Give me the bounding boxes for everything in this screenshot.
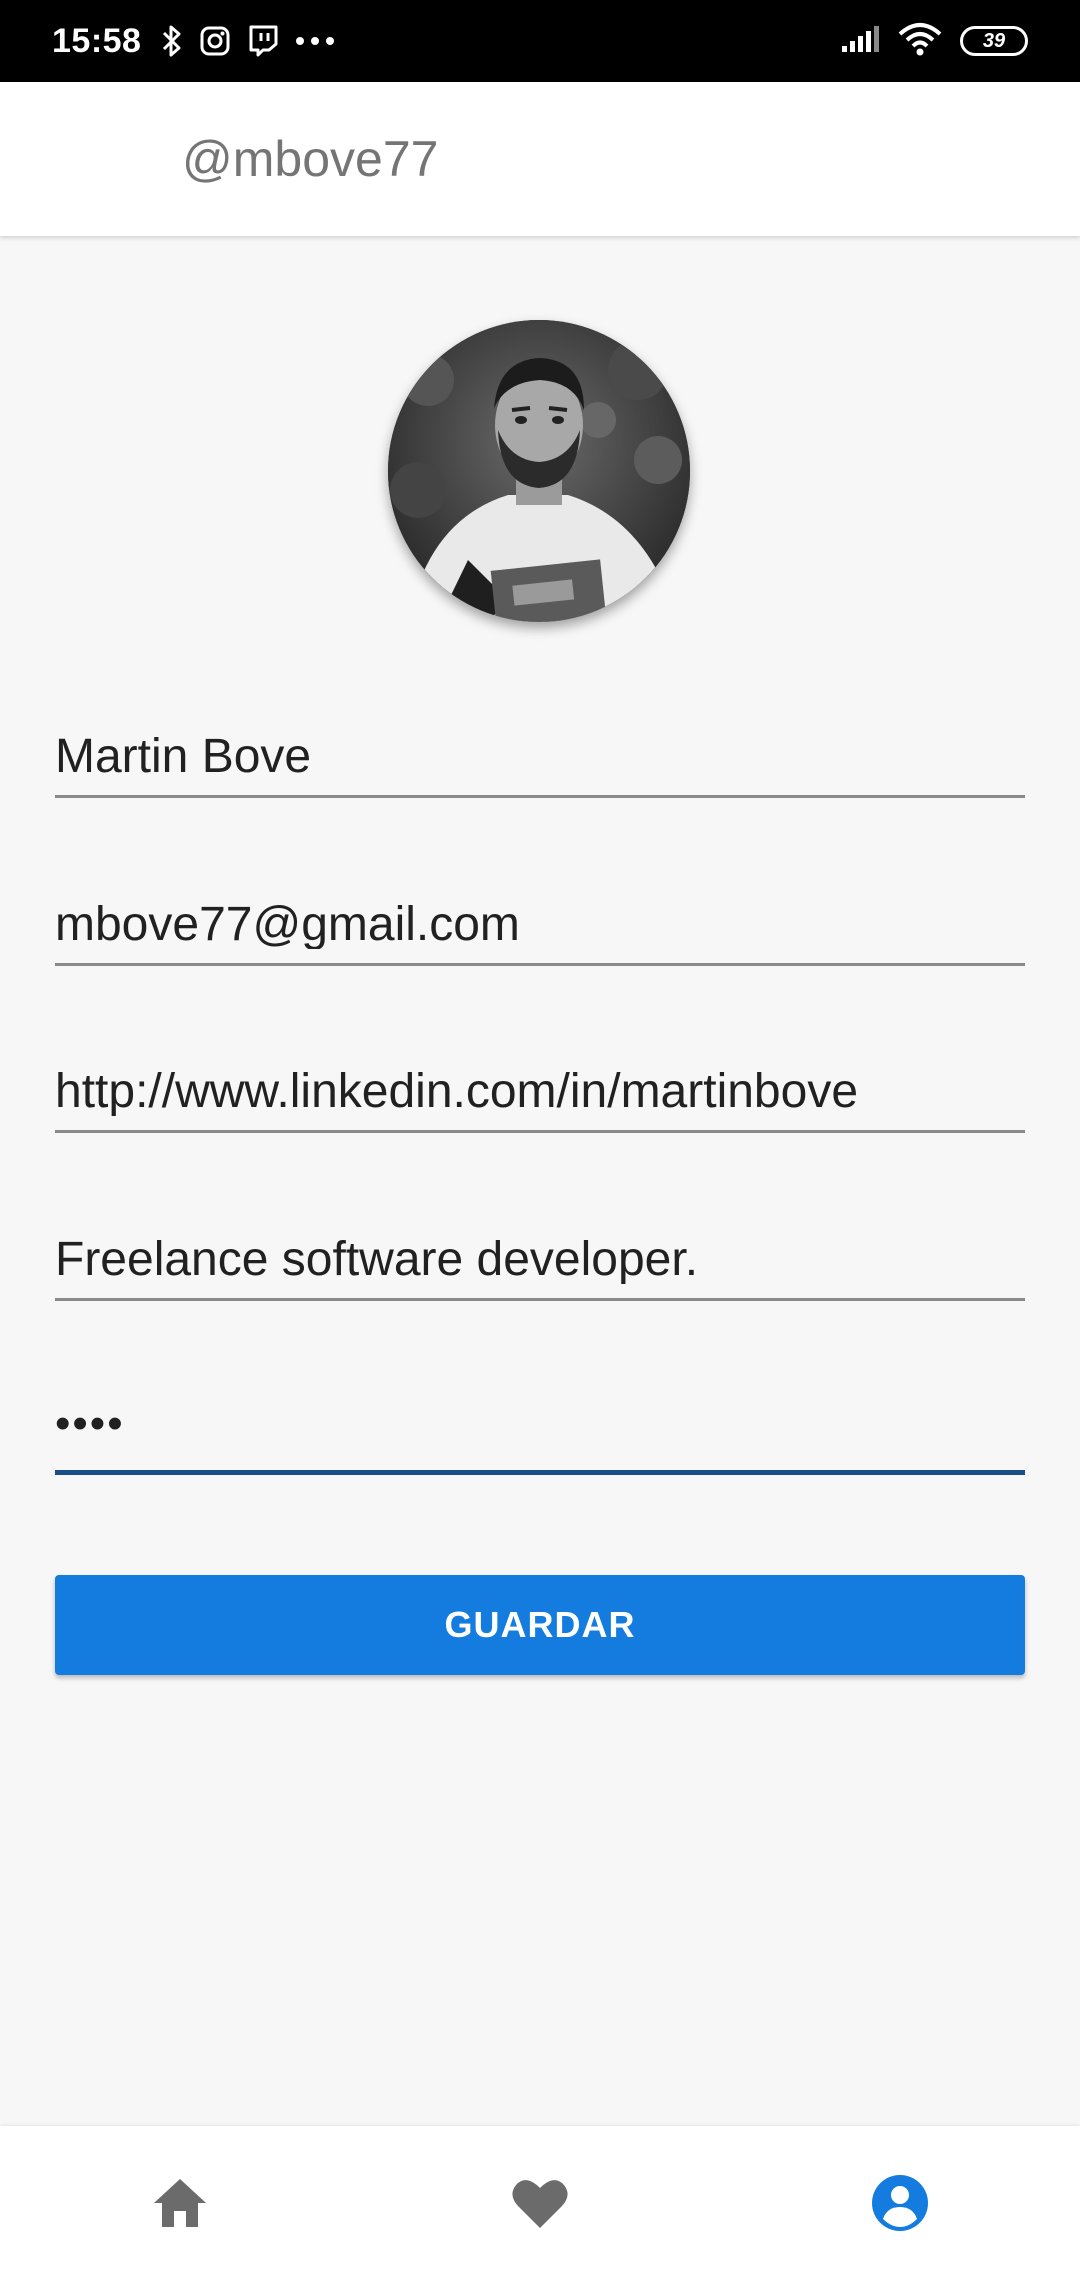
bluetooth-icon — [161, 24, 183, 58]
status-bar: 15:58 39 — [0, 0, 1080, 82]
password-underline — [55, 1470, 1025, 1475]
password-field[interactable]: •••• — [55, 1402, 1025, 1475]
name-underline — [55, 795, 1025, 798]
name-field[interactable]: Martin Bove — [55, 733, 1025, 798]
page-title: @mbove77 — [182, 131, 439, 187]
status-time: 15:58 — [52, 21, 142, 60]
email-input[interactable]: mbove77@gmail.com — [55, 901, 1025, 949]
bio-input[interactable]: Freelance software developer. — [55, 1236, 1025, 1284]
status-icons-left — [161, 24, 335, 58]
password-input[interactable]: •••• — [55, 1402, 1025, 1446]
nav-profile[interactable] — [845, 2148, 955, 2258]
app-bar: @mbove77 — [0, 82, 1080, 236]
account-circle-icon — [872, 2175, 928, 2231]
linkedin-input[interactable]: http://www.linkedin.com/in/martinbove — [55, 1068, 1025, 1116]
linkedin-underline — [55, 1130, 1025, 1133]
avatar[interactable] — [388, 320, 690, 622]
twitch-icon — [247, 24, 279, 58]
wifi-icon — [898, 22, 942, 61]
instagram-icon — [199, 25, 231, 57]
battery-icon: 39 — [960, 26, 1028, 56]
bio-field[interactable]: Freelance software developer. — [55, 1236, 1025, 1301]
profile-photo — [388, 320, 690, 622]
battery-level: 39 — [982, 29, 1006, 52]
status-icons-right: 39 — [840, 22, 1028, 61]
heart-icon — [512, 2180, 568, 2228]
email-underline — [55, 963, 1025, 966]
name-input[interactable]: Martin Bove — [55, 733, 1025, 781]
save-button[interactable]: GUARDAR — [55, 1575, 1025, 1675]
more-icon — [295, 36, 335, 46]
nav-favorites[interactable] — [485, 2148, 595, 2258]
email-field[interactable]: mbove77@gmail.com — [55, 901, 1025, 966]
signal-icon — [840, 24, 880, 59]
linkedin-field[interactable]: http://www.linkedin.com/in/martinbove — [55, 1068, 1025, 1133]
bottom-nav — [0, 2126, 1080, 2280]
home-icon — [154, 2179, 206, 2227]
nav-home[interactable] — [125, 2148, 235, 2258]
bio-underline — [55, 1298, 1025, 1301]
